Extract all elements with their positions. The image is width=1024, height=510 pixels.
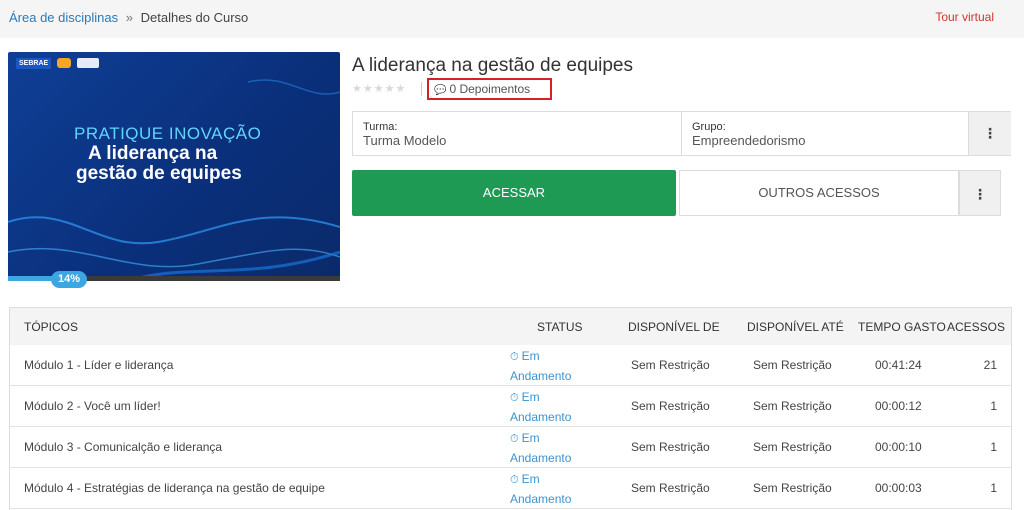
status-cell: ⏱ Em Andamento — [510, 347, 571, 386]
progress-badge: 14% — [51, 271, 87, 288]
status-text-1: Em — [521, 349, 540, 363]
progress-fill — [8, 276, 55, 281]
status-text-2: Andamento — [510, 451, 572, 465]
turma-value: Turma Modelo — [363, 133, 447, 148]
accesses-cell: 1 — [990, 399, 997, 413]
time-spent-cell: 00:00:03 — [875, 481, 922, 495]
status-text-1: Em — [521, 472, 540, 486]
status-text-1: Em — [521, 431, 540, 445]
breadcrumb-separator: » — [125, 10, 133, 25]
available-from-cell: Sem Restrição — [631, 358, 710, 372]
status-cell: ⏱ Em Andamento — [510, 429, 571, 468]
banner-logos: SEBRAE — [16, 58, 100, 69]
reviews-label: 0 Depoimentos — [449, 82, 531, 96]
table-row[interactable]: Módulo 3 - Comunicalção e liderança ⏱ Em A… — [10, 427, 1011, 468]
clock-icon: ⏱ — [510, 474, 519, 486]
top-bar: Área de disciplinas » Detalhes do Curso … — [0, 0, 1024, 38]
accesses-cell: 1 — [990, 440, 997, 454]
header-status: STATUS — [537, 320, 583, 334]
status-text-2: Andamento — [510, 410, 572, 424]
access-button[interactable]: ACESSAR — [352, 170, 676, 216]
grupo-label: Grupo: — [692, 121, 726, 133]
comment-icon: 💬 — [434, 85, 447, 96]
topic-cell[interactable]: Módulo 2 - Você um líder! — [24, 399, 161, 413]
available-from-cell: Sem Restrição — [631, 481, 710, 495]
header-topics: TÓPICOS — [24, 320, 79, 334]
grupo-value: Empreendedorismo — [692, 133, 806, 148]
topic-cell[interactable]: Módulo 4 - Estratégias de liderança na g… — [24, 481, 325, 495]
partner-logo-2 — [77, 58, 100, 68]
rating-divider — [421, 82, 422, 96]
topic-cell[interactable]: Módulo 1 - Líder e liderança — [24, 358, 173, 372]
table-header: TÓPICOS STATUS DISPONÍVEL DE DISPONÍVEL … — [10, 308, 1011, 346]
topics-table: TÓPICOS STATUS DISPONÍVEL DE DISPONÍVEL … — [9, 307, 1012, 510]
other-access-button[interactable]: OUTROS ACESSOS — [679, 170, 959, 216]
tour-virtual-link[interactable]: Tour virtual — [935, 10, 994, 24]
header-time-spent: TEMPO GASTO — [858, 320, 946, 334]
time-spent-cell: 00:00:12 — [875, 399, 922, 413]
status-text-2: Andamento — [510, 492, 572, 506]
course-title: A liderança na gestão de equipes — [352, 55, 633, 76]
status-cell: ⏱ Em Andamento — [510, 470, 571, 509]
accesses-cell: 1 — [990, 481, 997, 495]
breadcrumb: Área de disciplinas » Detalhes do Curso — [9, 10, 248, 25]
available-until-cell: Sem Restrição — [753, 358, 832, 372]
available-until-cell: Sem Restrição — [753, 481, 832, 495]
sebrae-logo: SEBRAE — [16, 58, 52, 69]
available-from-cell: Sem Restrição — [631, 399, 710, 413]
time-spent-cell: 00:00:10 — [875, 440, 922, 454]
time-spent-cell: 00:41:24 — [875, 358, 922, 372]
turma-cell: Turma: Turma Modelo — [353, 112, 681, 155]
clock-icon: ⏱ — [510, 351, 519, 363]
banner-line-2: A liderança na — [88, 143, 218, 164]
partner-logo — [57, 58, 72, 68]
clock-icon: ⏱ — [510, 433, 519, 445]
header-available-from: DISPONÍVEL DE — [628, 320, 720, 334]
class-options-menu-icon[interactable]: ⋮ — [968, 112, 1011, 155]
banner-line-1: PRATIQUE INOVAÇÃO — [74, 124, 262, 143]
accesses-cell: 21 — [983, 358, 997, 372]
header-available-until: DISPONÍVEL ATÉ — [747, 320, 844, 334]
banner-line-3: gestão de equipes — [76, 163, 242, 184]
header-accesses: ACESSOS — [947, 320, 1006, 334]
table-row[interactable]: Módulo 4 - Estratégias de liderança na g… — [10, 468, 1011, 509]
available-until-cell: Sem Restrição — [753, 399, 832, 413]
rating-stars[interactable]: ★★★★★ — [352, 82, 406, 95]
grupo-cell: Grupo: Empreendedorismo — [682, 112, 968, 155]
available-until-cell: Sem Restrição — [753, 440, 832, 454]
access-options-menu-icon[interactable]: ⋮ — [959, 170, 1001, 216]
breadcrumb-link-disciplinas[interactable]: Área de disciplinas — [9, 10, 118, 25]
available-from-cell: Sem Restrição — [631, 440, 710, 454]
turma-label: Turma: — [363, 121, 398, 133]
reviews-link[interactable]: 💬 0 Depoimentos — [427, 78, 552, 100]
status-cell: ⏱ Em Andamento — [510, 388, 571, 427]
breadcrumb-current: Detalhes do Curso — [140, 10, 249, 25]
topic-cell[interactable]: Módulo 3 - Comunicalção e liderança — [24, 440, 222, 454]
clock-icon: ⏱ — [510, 392, 519, 404]
status-text-1: Em — [521, 390, 540, 404]
class-info-box: Turma: Turma Modelo Grupo: Empreendedori… — [352, 111, 1011, 156]
table-row[interactable]: Módulo 1 - Líder e liderança ⏱ Em Andament… — [10, 345, 1011, 386]
table-row[interactable]: Módulo 2 - Você um líder! ⏱ Em Andamento S… — [10, 386, 1011, 427]
course-banner[interactable]: SEBRAE PRATIQUE INOVAÇÃO A liderança na … — [8, 52, 340, 281]
status-text-2: Andamento — [510, 369, 572, 383]
